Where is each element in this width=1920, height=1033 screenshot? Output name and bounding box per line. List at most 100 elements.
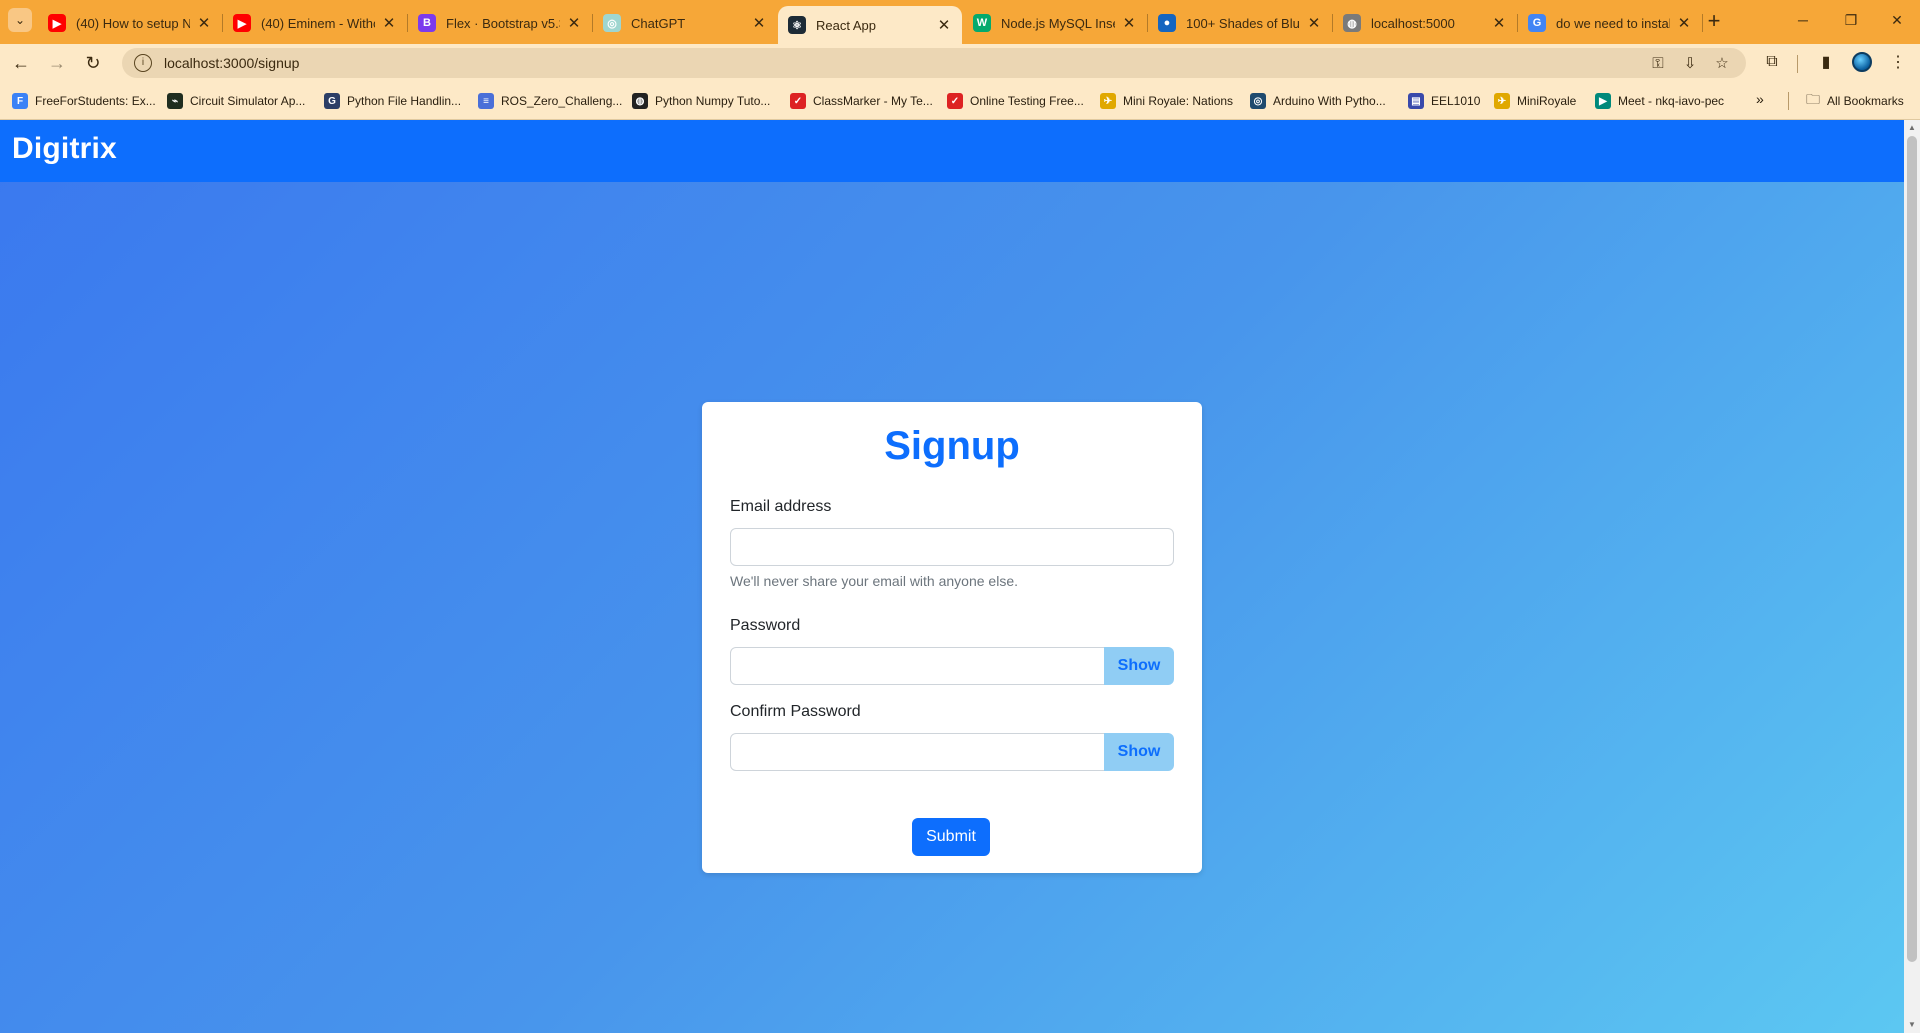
email-field[interactable] bbox=[730, 528, 1174, 566]
react-icon: ⚛ bbox=[788, 16, 806, 34]
tab-close-icon[interactable]: ✕ bbox=[196, 14, 212, 32]
brand-logo[interactable]: Digitrix bbox=[12, 132, 117, 166]
bookmark-label: Python Numpy Tuto... bbox=[655, 94, 771, 108]
tab-close-icon[interactable]: ✕ bbox=[751, 14, 767, 32]
submit-button[interactable]: Submit bbox=[912, 818, 990, 856]
w3schools-icon: W bbox=[973, 14, 991, 32]
password-field[interactable] bbox=[730, 647, 1106, 685]
back-arrow-icon: ← bbox=[12, 52, 30, 73]
all-bookmarks-label: All Bookmarks bbox=[1827, 94, 1904, 108]
globe-icon: ◍ bbox=[632, 93, 648, 109]
minimize-icon: ─ bbox=[1798, 12, 1808, 28]
tab-title: Flex · Bootstrap v5.3 bbox=[446, 15, 560, 31]
scroll-down-arrow-icon[interactable]: ▼ bbox=[1904, 1017, 1920, 1033]
google-icon: G bbox=[1528, 14, 1546, 32]
browser-tab[interactable]: ▶ (40) How to setup No ✕ bbox=[38, 6, 223, 40]
bookmark-label: Online Testing Free... bbox=[970, 94, 1084, 108]
bookmark-label: Meet - nkq-iavo-pec bbox=[1618, 94, 1725, 108]
bookmark-star-icon[interactable]: ☆ bbox=[1709, 50, 1735, 76]
eel-icon: ▤ bbox=[1408, 93, 1424, 109]
tab-title: ChatGPT bbox=[631, 15, 686, 31]
browser-tab[interactable]: B Flex · Bootstrap v5.3 ✕ bbox=[408, 6, 593, 40]
bookmark-item[interactable]: ✓ Online Testing Free... bbox=[947, 91, 1084, 111]
forward-button[interactable]: → bbox=[42, 48, 72, 78]
app-navbar: Digitrix bbox=[0, 120, 1904, 182]
bookmark-item[interactable]: ▤ EEL1010 bbox=[1408, 91, 1480, 111]
docs-icon: ≡ bbox=[478, 93, 494, 109]
browser-tab[interactable]: Gdo we need to install ✕ bbox=[1518, 6, 1703, 40]
more-bookmarks-button[interactable]: » bbox=[1756, 91, 1764, 107]
tab-close-icon[interactable]: ✕ bbox=[566, 14, 582, 32]
youtube-icon: ▶ bbox=[233, 14, 251, 32]
reload-button[interactable]: ↻ bbox=[78, 48, 108, 78]
reload-icon: ↻ bbox=[85, 52, 101, 73]
bookmark-item[interactable]: ≡ ROS_Zero_Challeng... bbox=[478, 91, 622, 111]
password-label: Password bbox=[730, 617, 801, 634]
confirm-password-field[interactable] bbox=[730, 733, 1106, 771]
page-scrollbar[interactable]: ▲ ▼ bbox=[1904, 120, 1920, 1033]
chevron-down-icon: ⌄ bbox=[14, 13, 26, 27]
bookmark-label: ClassMarker - My Te... bbox=[813, 94, 933, 108]
plus-icon: + bbox=[1707, 8, 1721, 33]
scroll-thumb[interactable] bbox=[1907, 136, 1917, 962]
profile-avatar[interactable] bbox=[1852, 52, 1872, 72]
bookmark-item[interactable]: G Python File Handlin... bbox=[324, 91, 461, 111]
restore-button[interactable]: ❐ bbox=[1828, 0, 1874, 40]
back-button[interactable]: ← bbox=[6, 48, 36, 78]
tab-search-button[interactable]: ⌄ bbox=[8, 8, 32, 32]
forward-arrow-icon: → bbox=[48, 52, 66, 73]
tab-title: do we need to install bbox=[1556, 15, 1670, 31]
tab-close-icon[interactable]: ✕ bbox=[381, 14, 397, 32]
show-confirm-password-button[interactable]: Show bbox=[1104, 733, 1174, 771]
site-info-icon[interactable]: i bbox=[134, 54, 152, 72]
tab-title: localhost:5000 bbox=[1371, 15, 1455, 31]
bookmark-item[interactable]: ⌁ Circuit Simulator Ap... bbox=[167, 91, 305, 111]
arduino-icon: ◎ bbox=[1250, 93, 1266, 109]
globe-icon: ◍ bbox=[1343, 14, 1361, 32]
new-tab-button[interactable]: + bbox=[1700, 8, 1728, 36]
tab-close-icon[interactable]: ✕ bbox=[1121, 14, 1137, 32]
browser-tab[interactable]: ● 100+ Shades of Blue ✕ bbox=[1148, 6, 1333, 40]
tab-close-icon[interactable]: ✕ bbox=[1676, 14, 1692, 32]
bookmark-item[interactable]: ✈ Mini Royale: Nations bbox=[1100, 91, 1233, 111]
chatgpt-icon: ◎ bbox=[603, 14, 621, 32]
install-app-icon[interactable]: ⇩ bbox=[1677, 50, 1703, 76]
tab-title: 100+ Shades of Blue bbox=[1186, 15, 1300, 31]
browser-tab[interactable]: ▶ (40) Eminem - Withou ✕ bbox=[223, 6, 408, 40]
password-key-icon[interactable]: ⚿ bbox=[1645, 50, 1671, 76]
tab-close-icon[interactable]: ✕ bbox=[936, 16, 952, 34]
show-password-button[interactable]: Show bbox=[1104, 647, 1174, 685]
minimize-button[interactable]: ─ bbox=[1780, 0, 1826, 40]
extensions-icon[interactable]: ⧉ bbox=[1758, 48, 1786, 76]
restore-icon: ❐ bbox=[1844, 11, 1858, 28]
bookmark-item[interactable]: ✈ MiniRoyale bbox=[1494, 91, 1576, 111]
miniroyale-icon: ✈ bbox=[1100, 93, 1116, 109]
browser-tab[interactable]: ⚛ React App ✕ bbox=[778, 6, 962, 44]
close-window-button[interactable]: ✕ bbox=[1874, 0, 1920, 40]
bootstrap-icon: B bbox=[418, 14, 436, 32]
signup-card: Signup Email address We'll never share y… bbox=[702, 402, 1202, 873]
bookmark-label: Circuit Simulator Ap... bbox=[190, 94, 306, 108]
menu-kebab-icon[interactable]: ⋮ bbox=[1884, 48, 1912, 76]
all-bookmarks-button[interactable]: 🗀 All Bookmarks bbox=[1806, 91, 1904, 111]
bookmarks-bar: F FreeForStudents: Ex... ⌁ Circuit Simulato… bbox=[0, 82, 1920, 120]
bookmark-label: Python File Handlin... bbox=[347, 94, 462, 108]
tab-close-icon[interactable]: ✕ bbox=[1306, 14, 1322, 32]
side-panel-icon[interactable]: ▮ bbox=[1812, 48, 1840, 76]
python-icon: G bbox=[324, 93, 340, 109]
tab-close-icon[interactable]: ✕ bbox=[1491, 14, 1507, 32]
bookmark-item[interactable]: F FreeForStudents: Ex... bbox=[12, 91, 156, 111]
scroll-up-arrow-icon[interactable]: ▲ bbox=[1904, 120, 1920, 136]
circuit-icon: ⌁ bbox=[167, 93, 183, 109]
browser-tab[interactable]: ◍ localhost:5000 ✕ bbox=[1333, 6, 1518, 40]
browser-tab[interactable]: W Node.js MySQL Inser ✕ bbox=[963, 6, 1148, 40]
bookmark-label: EEL1010 bbox=[1431, 94, 1481, 108]
address-bar[interactable]: i localhost:3000/signup bbox=[122, 48, 1746, 78]
bookmark-item[interactable]: ✓ ClassMarker - My Te... bbox=[790, 91, 933, 111]
browser-tab[interactable]: ◎ ChatGPT ✕ bbox=[593, 6, 777, 40]
bookmark-item[interactable]: ◍ Python Numpy Tuto... bbox=[632, 91, 770, 111]
bookmark-item[interactable]: ◎ Arduino With Pytho... bbox=[1250, 91, 1386, 111]
bookmark-label: Arduino With Pytho... bbox=[1273, 94, 1386, 108]
bookmark-item[interactable]: ▶ Meet - nkq-iavo-pec bbox=[1595, 91, 1724, 111]
browser-toolbar: ← → ↻ i localhost:3000/signup bbox=[0, 44, 1920, 82]
